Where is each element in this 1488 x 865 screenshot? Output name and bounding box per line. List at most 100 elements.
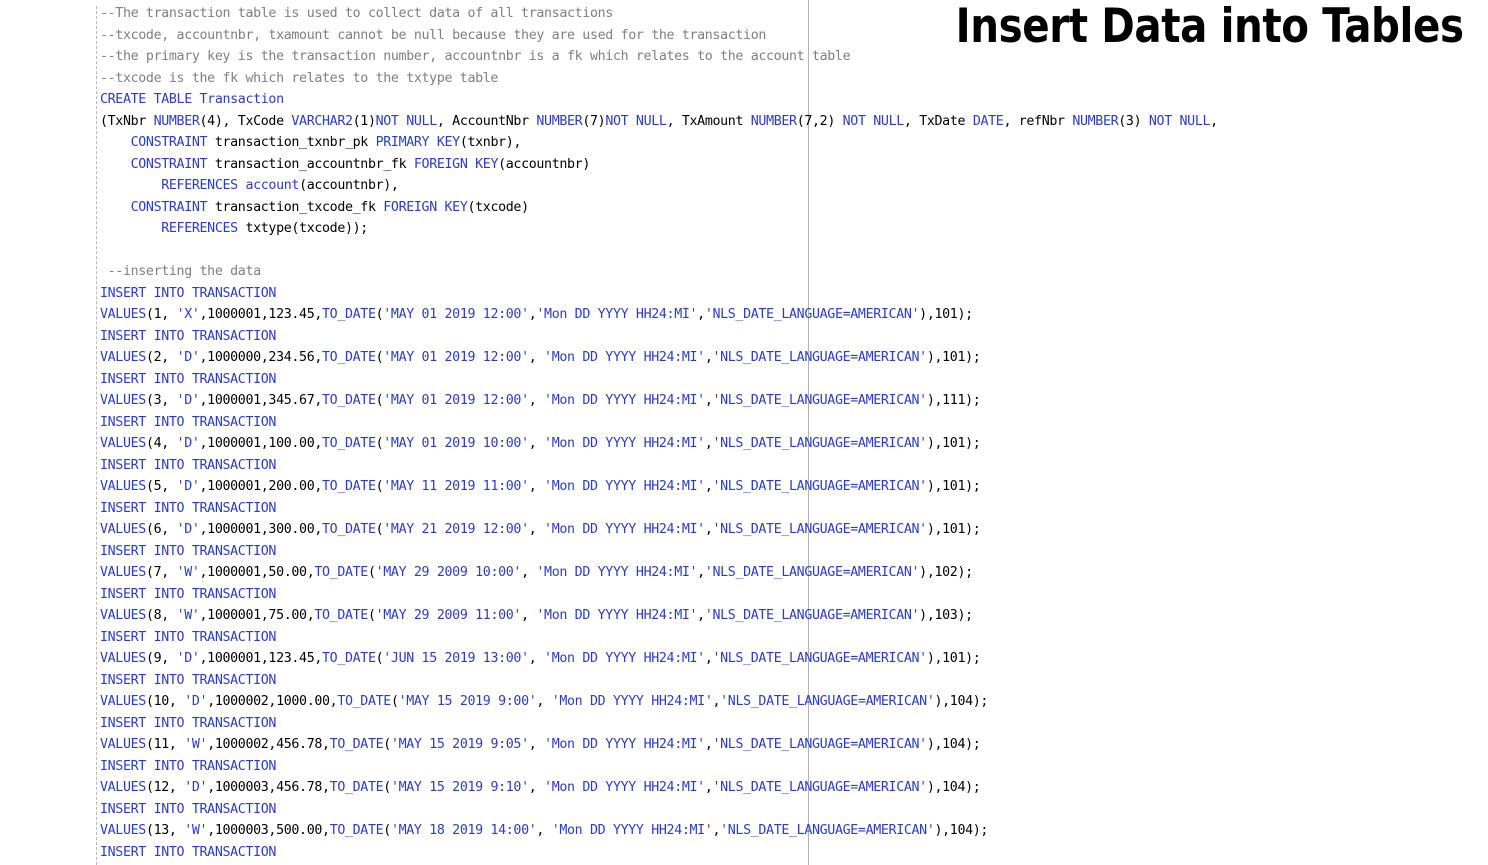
code-line[interactable]: INSERT INTO TRANSACTION <box>100 799 1486 821</box>
code-line[interactable]: CREATE TABLE Transaction <box>100 89 1486 111</box>
code-line[interactable]: INSERT INTO TRANSACTION <box>100 756 1486 778</box>
code-line[interactable]: VALUES(1, 'X',1000001,123.45,TO_DATE('MA… <box>100 304 1486 326</box>
sql-text: ),101); <box>926 651 981 666</box>
sql-keyword: INSERT INTO TRANSACTION <box>100 801 277 817</box>
code-line[interactable]: INSERT INTO TRANSACTION <box>100 326 1486 348</box>
sql-text: (3) <box>1118 113 1149 129</box>
sql-keyword: NUMBER <box>750 113 797 129</box>
code-line[interactable]: VALUES(3, 'D',1000001,345.67,TO_DATE('MA… <box>100 390 1486 412</box>
sql-keyword: VALUES <box>100 737 146 752</box>
code-line[interactable]: VALUES(9, 'D',1000001,123.45,TO_DATE('JU… <box>100 648 1486 670</box>
code-line[interactable]: INSERT INTO TRANSACTION <box>100 412 1486 434</box>
sql-string: 'NLS_DATE_LANGUAGE=AMERICAN' <box>712 651 927 666</box>
sql-keyword: FOREIGN KEY <box>413 156 499 172</box>
code-line[interactable]: INSERT INTO TRANSACTION <box>100 842 1486 864</box>
sql-function: TO_DATE <box>329 737 384 752</box>
sql-keyword: INSERT INTO TRANSACTION <box>100 758 277 774</box>
sql-text: , TxAmount <box>666 113 751 129</box>
code-line[interactable]: INSERT INTO TRANSACTION <box>100 283 1486 305</box>
sql-text: transaction_txnbr_pk <box>207 135 376 150</box>
code-line[interactable]: --The transaction table is used to colle… <box>100 3 1486 25</box>
sql-keyword: VALUES <box>100 479 146 494</box>
sql-text: ),101); <box>926 479 981 494</box>
sql-text: (7) <box>582 113 606 129</box>
code-line[interactable]: VALUES(8, 'W',1000001,75.00,TO_DATE('MAY… <box>100 605 1486 627</box>
sql-keyword: FOREIGN KEY <box>383 199 468 215</box>
sql-keyword: VALUES <box>100 608 146 623</box>
sql-text: ,1000001,200.00, <box>199 479 323 494</box>
sql-keyword: REFERENCES <box>161 178 238 193</box>
sql-string: 'D' <box>184 780 208 795</box>
sql-text: ( <box>383 737 391 752</box>
sql-keyword: INSERT INTO TRANSACTION <box>100 543 277 559</box>
sql-string: 'NLS_DATE_LANGUAGE=AMERICAN' <box>712 436 927 451</box>
code-line[interactable]: VALUES(4, 'D',1000001,100.00,TO_DATE('MA… <box>100 433 1486 455</box>
code-line[interactable]: VALUES(13, 'W',1000003,500.00,TO_DATE('M… <box>100 820 1486 842</box>
code-line[interactable]: CONSTRAINT transaction_txnbr_pk PRIMARY … <box>100 132 1486 154</box>
code-line[interactable]: VALUES(11, 'W',1000002,456.78,TO_DATE('M… <box>100 734 1486 756</box>
code-line[interactable]: INSERT INTO TRANSACTION <box>100 627 1486 649</box>
sql-keyword: NUMBER <box>536 113 583 129</box>
sql-text: ),104); <box>934 823 989 838</box>
code-line[interactable]: --inserting the data <box>100 261 1486 283</box>
code-line[interactable]: INSERT INTO TRANSACTION <box>100 584 1486 606</box>
code-line[interactable]: (TxNbr NUMBER(4), TxCode VARCHAR2(1)NOT … <box>100 111 1486 133</box>
sql-keyword: VALUES <box>100 436 146 451</box>
sql-keyword: NUMBER <box>1072 113 1119 129</box>
sql-function: TO_DATE <box>322 393 376 408</box>
code-line[interactable]: VALUES(6, 'D',1000001,300.00,TO_DATE('MA… <box>100 519 1486 541</box>
sql-string: 'MAY 15 2019 9:10' <box>390 780 529 795</box>
sql-string: 'MAY 11 2019 11:00' <box>383 479 529 494</box>
sql-text: ),101); <box>926 522 981 537</box>
sql-string: 'NLS_DATE_LANGUAGE=AMERICAN' <box>720 694 935 709</box>
sql-comment: --The transaction table is used to colle… <box>100 6 613 21</box>
sql-text: ),103); <box>919 608 973 623</box>
sql-text: ,1000000,234.56, <box>199 350 323 365</box>
sql-keyword: PRIMARY KEY <box>375 135 461 150</box>
code-line[interactable]: CONSTRAINT transaction_txcode_fk FOREIGN… <box>100 197 1486 219</box>
sql-text: (3, <box>145 393 177 408</box>
code-line[interactable]: INSERT INTO TRANSACTION <box>100 369 1486 391</box>
sql-keyword: INSERT INTO TRANSACTION <box>100 500 277 516</box>
sql-text: , <box>528 350 545 365</box>
sql-text: ),101); <box>926 436 981 451</box>
code-line[interactable]: --txcode is the fk which relates to the … <box>100 68 1486 90</box>
code-line[interactable]: VALUES(12, 'D',1000003,456.78,TO_DATE('M… <box>100 777 1486 799</box>
sql-text: (7, <box>145 565 177 580</box>
code-line[interactable] <box>100 240 1486 262</box>
sql-keyword: VALUES <box>100 307 146 322</box>
sql-keyword: CONSTRAINT <box>130 199 208 215</box>
code-line[interactable]: REFERENCES account(accountnbr), <box>100 175 1486 197</box>
sql-keyword: CONSTRAINT <box>130 135 208 150</box>
code-line[interactable]: CONSTRAINT transaction_accountnbr_fk FOR… <box>100 154 1486 176</box>
sql-string: 'Mon DD YYYY HH24:MI' <box>536 608 698 623</box>
sql-text: (TxNbr <box>100 113 154 129</box>
sql-code-editor[interactable]: --The transaction table is used to colle… <box>100 3 1486 863</box>
sql-string: 'MAY 01 2019 12:00' <box>383 307 529 322</box>
code-line[interactable]: VALUES(10, 'D',1000002,1000.00,TO_DATE('… <box>100 691 1486 713</box>
code-line[interactable]: VALUES(5, 'D',1000001,200.00,TO_DATE('MA… <box>100 476 1486 498</box>
sql-text: ( <box>383 780 391 795</box>
sql-string: 'Mon DD YYYY HH24:MI' <box>536 565 698 580</box>
sql-keyword: VALUES <box>100 823 146 838</box>
sql-string: 'Mon DD YYYY HH24:MI' <box>544 479 705 494</box>
code-line[interactable]: INSERT INTO TRANSACTION <box>100 541 1486 563</box>
code-line[interactable]: VALUES(2, 'D',1000000,234.56,TO_DATE('MA… <box>100 347 1486 369</box>
sql-keyword: INSERT INTO TRANSACTION <box>100 629 277 645</box>
sql-text: ( <box>383 823 391 838</box>
code-line[interactable]: --the primary key is the transaction num… <box>100 46 1486 68</box>
sql-string: 'D' <box>176 479 200 494</box>
code-line[interactable]: INSERT INTO TRANSACTION <box>100 670 1486 692</box>
code-line[interactable]: VALUES(7, 'W',1000001,50.00,TO_DATE('MAY… <box>100 562 1486 584</box>
code-line[interactable]: REFERENCES txtype(txcode)); <box>100 218 1486 240</box>
code-line[interactable]: INSERT INTO TRANSACTION <box>100 713 1486 735</box>
sql-string: 'MAY 01 2019 12:00' <box>383 393 529 408</box>
sql-string: 'W' <box>176 565 200 580</box>
sql-string: 'NLS_DATE_LANGUAGE=AMERICAN' <box>712 393 927 408</box>
code-line[interactable]: INSERT INTO TRANSACTION <box>100 498 1486 520</box>
code-line[interactable]: INSERT INTO TRANSACTION <box>100 455 1486 477</box>
code-line[interactable]: --txcode, accountnbr, txamount cannot be… <box>100 25 1486 47</box>
sql-text: , AccountNbr <box>436 113 537 129</box>
